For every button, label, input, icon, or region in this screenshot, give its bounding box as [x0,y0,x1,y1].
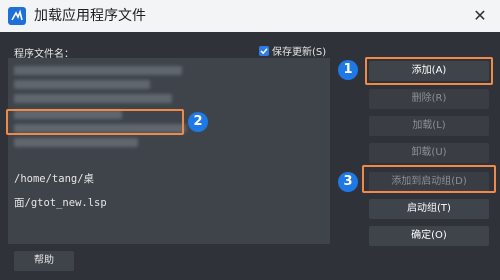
blurred-list-item[interactable] [14,80,150,89]
save-changes-checkbox[interactable]: 保存更新(S) [259,43,326,58]
highlight-add-button [365,57,493,85]
load-button[interactable]: 加载(L) [369,116,489,136]
highlight-add-to-startup [362,165,496,193]
title-bar: 加载应用程序文件 ✕ [0,0,500,32]
highlight-file-path [6,109,184,135]
load-application-dialog: 加载应用程序文件 ✕ 程序文件名： 保存更新(S) /home/tang/桌面/… [0,0,500,280]
help-button[interactable]: 帮助 [14,251,74,271]
callout-badge-2: 2 [188,112,208,132]
window-title: 加载应用程序文件 [34,8,146,24]
list-item-selected-file[interactable]: /home/tang/桌面/gtot_new.lsp [8,167,183,209]
blurred-list-item[interactable] [14,66,182,75]
ok-button[interactable]: 确定(O) [369,226,489,246]
unload-button[interactable]: 卸载(U) [369,143,489,163]
delete-button[interactable]: 删除(R) [369,89,489,109]
save-changes-label: 保存更新(S) [272,47,327,58]
callout-badge-1: 1 [338,60,358,80]
app-icon [8,7,26,25]
file-list[interactable]: /home/tang/桌面/gtot_new.lsp [8,58,330,244]
close-icon[interactable]: ✕ [470,6,490,26]
blurred-list-item[interactable] [14,94,172,103]
blurred-list-item[interactable] [14,138,138,147]
callout-badge-3: 3 [338,172,358,192]
checkbox-checked-icon[interactable] [259,45,269,56]
startup-group-button[interactable]: 启动组(T) [369,199,489,219]
